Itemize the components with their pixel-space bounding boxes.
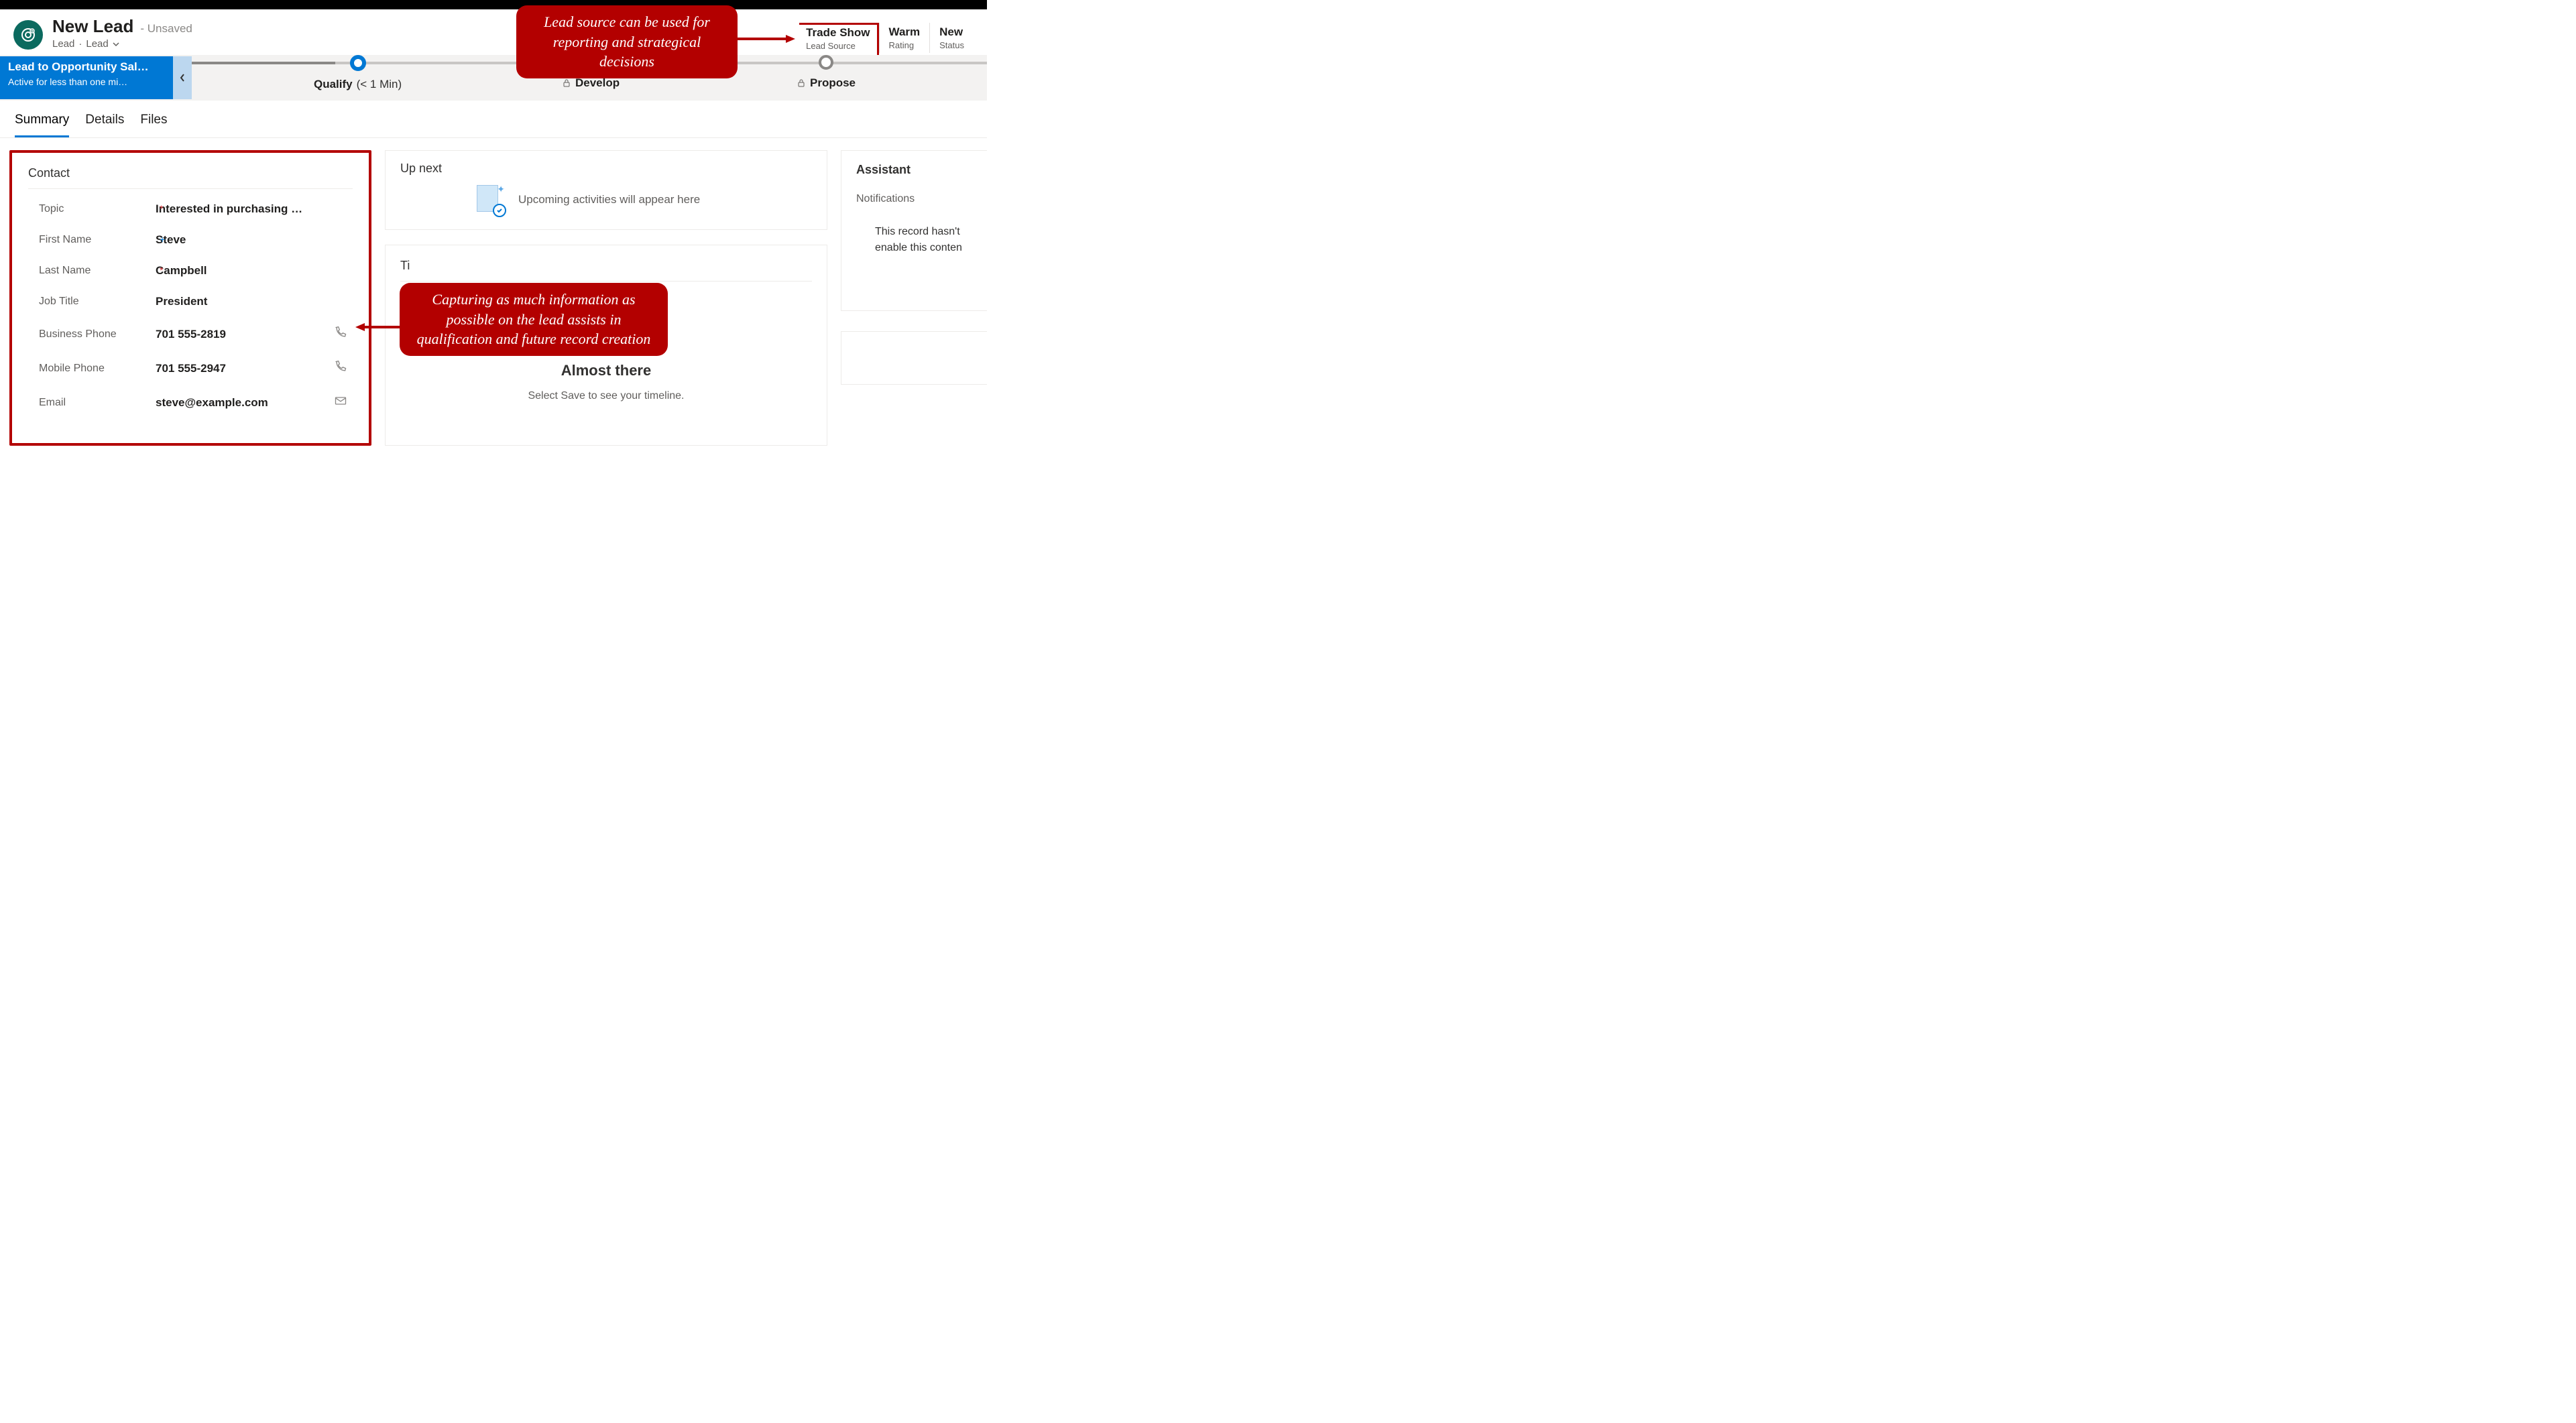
last-name-value: Campbell	[156, 264, 353, 277]
bpf-duration: Active for less than one mi…	[8, 76, 165, 87]
annotation-arrow-1	[736, 32, 797, 46]
field-business-phone[interactable]: Business Phone 701 555-2819	[28, 326, 353, 343]
bpf-collapse-button[interactable]	[173, 56, 192, 99]
required-indicator: *	[160, 265, 163, 275]
stage-qualify[interactable]: Qualify (< 1 Min)	[314, 55, 402, 91]
assistant-card: Assistant Notifications This record hasn…	[841, 150, 987, 311]
field-job-title[interactable]: Job Title President	[28, 295, 353, 308]
timeline-almost-title: Almost there	[400, 362, 812, 379]
entity-name: Lead	[52, 38, 74, 50]
timeline-title-prefix: Ti	[400, 259, 410, 272]
stage-qualify-dot	[350, 55, 366, 71]
business-phone-value: 701 555-2819	[156, 328, 334, 341]
right-column: Assistant Notifications This record hasn…	[841, 150, 987, 446]
email-value: steve@example.com	[156, 396, 334, 410]
stage-propose[interactable]: Propose	[797, 55, 856, 90]
annotation-lead-source: Lead source can be used for reporting an…	[516, 5, 738, 78]
contact-section: Contact Topic* Interested in purchasing …	[9, 150, 371, 446]
form-name: Lead	[86, 38, 108, 50]
title-block: New Lead - Unsaved Lead · Lead	[52, 16, 192, 50]
related-card	[841, 331, 987, 385]
window-top-bar	[0, 0, 987, 9]
target-gear-icon	[20, 27, 36, 43]
stage-propose-label: Propose	[810, 76, 856, 90]
contact-section-title: Contact	[28, 166, 353, 189]
business-process-flow: Lead to Opportunity Sal… Active for less…	[0, 55, 987, 101]
annotation-capture-info: Capturing as much information as possibl…	[400, 283, 668, 356]
record-save-state: - Unsaved	[140, 22, 192, 36]
timeline-almost-sub: Select Save to see your timeline.	[400, 390, 812, 402]
chevron-left-icon	[179, 73, 186, 82]
required-indicator: *	[160, 203, 163, 214]
header-stats: Trade Show Lead Source Warm Rating New S…	[799, 23, 974, 57]
stage-propose-dot	[819, 55, 833, 70]
tab-files[interactable]: Files	[140, 113, 167, 137]
job-title-label: Job Title	[28, 296, 156, 308]
phone-icon[interactable]	[334, 326, 347, 343]
annotation-arrow-2	[355, 320, 404, 334]
email-icon[interactable]	[334, 394, 347, 411]
sparkle-icon: ✦	[497, 184, 505, 195]
lead-entity-icon	[13, 20, 43, 50]
notifications-label: Notifications	[856, 193, 972, 205]
business-phone-label: Business Phone	[28, 328, 156, 341]
first-name-value: Steve	[156, 233, 353, 247]
field-mobile-phone[interactable]: Mobile Phone 701 555-2947	[28, 360, 353, 377]
stat-lead-source[interactable]: Trade Show Lead Source	[799, 23, 878, 57]
up-next-empty-icon: ✦	[474, 185, 504, 214]
up-next-empty-text: Upcoming activities will appear here	[518, 193, 700, 206]
rating-value: Warm	[889, 25, 921, 39]
stage-qualify-duration: (< 1 Min)	[357, 78, 402, 91]
job-title-value: President	[156, 295, 353, 308]
lead-source-label: Lead Source	[806, 41, 870, 51]
lock-icon	[797, 78, 806, 88]
status-label: Status	[939, 40, 964, 50]
mobile-phone-label: Mobile Phone	[28, 363, 156, 375]
assistant-title: Assistant	[856, 163, 972, 177]
form-tabs: Summary Details Files	[0, 101, 987, 138]
stat-rating[interactable]: Warm Rating	[879, 23, 930, 53]
field-first-name[interactable]: First Name+ Steve	[28, 233, 353, 247]
record-subtitle[interactable]: Lead · Lead	[52, 38, 192, 50]
field-last-name[interactable]: Last Name* Campbell	[28, 264, 353, 277]
last-name-label: Last Name*	[28, 265, 156, 277]
record-title: New Lead	[52, 16, 133, 37]
check-badge-icon	[493, 204, 506, 217]
email-label: Email	[28, 397, 156, 409]
mobile-phone-value: 701 555-2947	[156, 362, 334, 375]
topic-label: Topic*	[28, 203, 156, 215]
bpf-flyout[interactable]: Lead to Opportunity Sal… Active for less…	[0, 56, 173, 99]
field-topic[interactable]: Topic* Interested in purchasing …	[28, 202, 353, 216]
tab-details[interactable]: Details	[85, 113, 124, 137]
tab-summary[interactable]: Summary	[15, 113, 69, 137]
first-name-label: First Name+	[28, 234, 156, 246]
status-value: New	[939, 25, 964, 39]
chevron-down-icon	[113, 41, 119, 48]
up-next-title: Up next	[400, 162, 812, 178]
phone-icon[interactable]	[334, 360, 347, 377]
stage-qualify-label: Qualify	[314, 78, 353, 91]
stat-status[interactable]: New Status	[929, 23, 974, 53]
topic-value: Interested in purchasing …	[156, 202, 353, 216]
rating-label: Rating	[889, 40, 921, 50]
bpf-name: Lead to Opportunity Sal…	[8, 60, 165, 74]
field-email[interactable]: Email steve@example.com	[28, 394, 353, 411]
record-header: New Lead - Unsaved Lead · Lead Trade Sho…	[0, 9, 987, 50]
assistant-message: This record hasn't enable this conten	[856, 224, 972, 256]
recommended-indicator: +	[160, 234, 165, 245]
up-next-card: Up next ✦ Upcoming activities will appea…	[385, 150, 827, 230]
lead-source-value: Trade Show	[806, 26, 870, 40]
lock-icon	[562, 78, 571, 88]
